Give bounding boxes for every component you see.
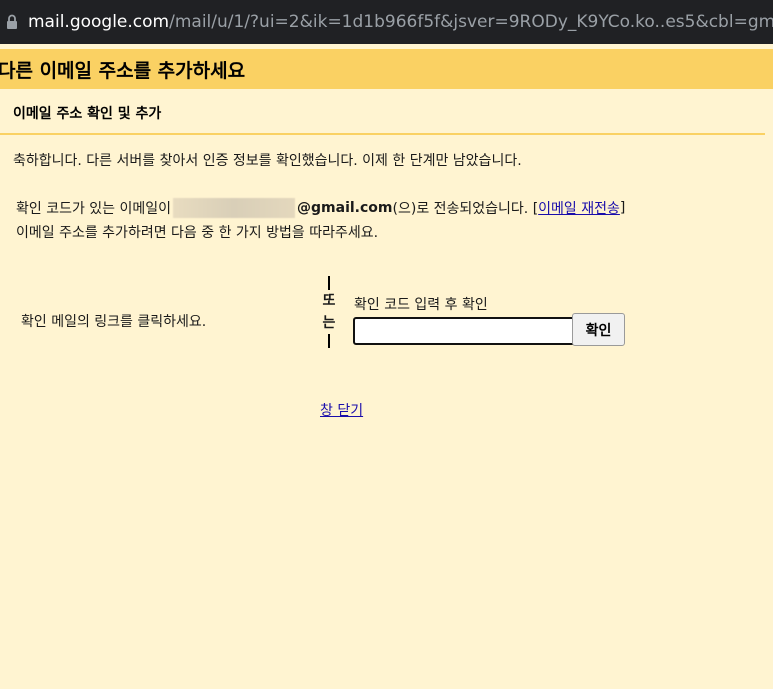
- or-line-top: [328, 276, 330, 290]
- page-title-bar: 다른 이메일 주소를 추가하세요: [0, 49, 773, 89]
- sent-prefix: 확인 코드가 있는 이메일이: [16, 201, 172, 217]
- page-title: 다른 이메일 주소를 추가하세요: [0, 59, 246, 82]
- or-text-top: 또: [322, 293, 336, 309]
- section-divider: [0, 133, 765, 135]
- url-host: mail.google.com: [28, 12, 170, 32]
- browser-url-bar[interactable]: mail.google.com/mail/u/1/?ui=2&ik=1d1b96…: [0, 0, 773, 44]
- verification-code-label: 확인 코드 입력 후 확인: [354, 297, 488, 313]
- congrats-message: 축하합니다. 다른 서버를 찾아서 인증 정보를 확인했습니다. 이제 한 단계…: [13, 153, 522, 169]
- or-separator: 또 는: [318, 276, 340, 348]
- url-path: /mail/u/1/?ui=2&ik=1d1b966f5f&jsver=9ROD…: [169, 12, 773, 32]
- sent-suffix: (으)로 전송되었습니다. [: [392, 201, 539, 217]
- click-link-option: 확인 메일의 링크를 클릭하세요.: [21, 314, 207, 330]
- redacted-email: [173, 198, 296, 218]
- resend-email-link[interactable]: 이메일 재전송: [538, 198, 620, 218]
- section-title: 이메일 주소 확인 및 추가: [13, 106, 162, 122]
- or-line-bottom: [328, 334, 330, 348]
- verification-code-input[interactable]: [353, 317, 579, 345]
- or-text-bottom: 는: [322, 315, 336, 331]
- confirm-button[interactable]: 확인: [572, 313, 625, 346]
- close-window-link[interactable]: 창 닫기: [320, 400, 363, 420]
- lock-icon: [6, 11, 18, 33]
- bracket-close: ]: [619, 200, 626, 216]
- instructions-text: 이메일 주소를 추가하려면 다음 중 한 가지 방법을 따라주세요.: [16, 225, 379, 241]
- sent-message: 확인 코드가 있는 이메일이 @gmail.com (으)로 전송되었습니다. …: [16, 198, 625, 218]
- email-domain: @gmail.com: [297, 200, 393, 216]
